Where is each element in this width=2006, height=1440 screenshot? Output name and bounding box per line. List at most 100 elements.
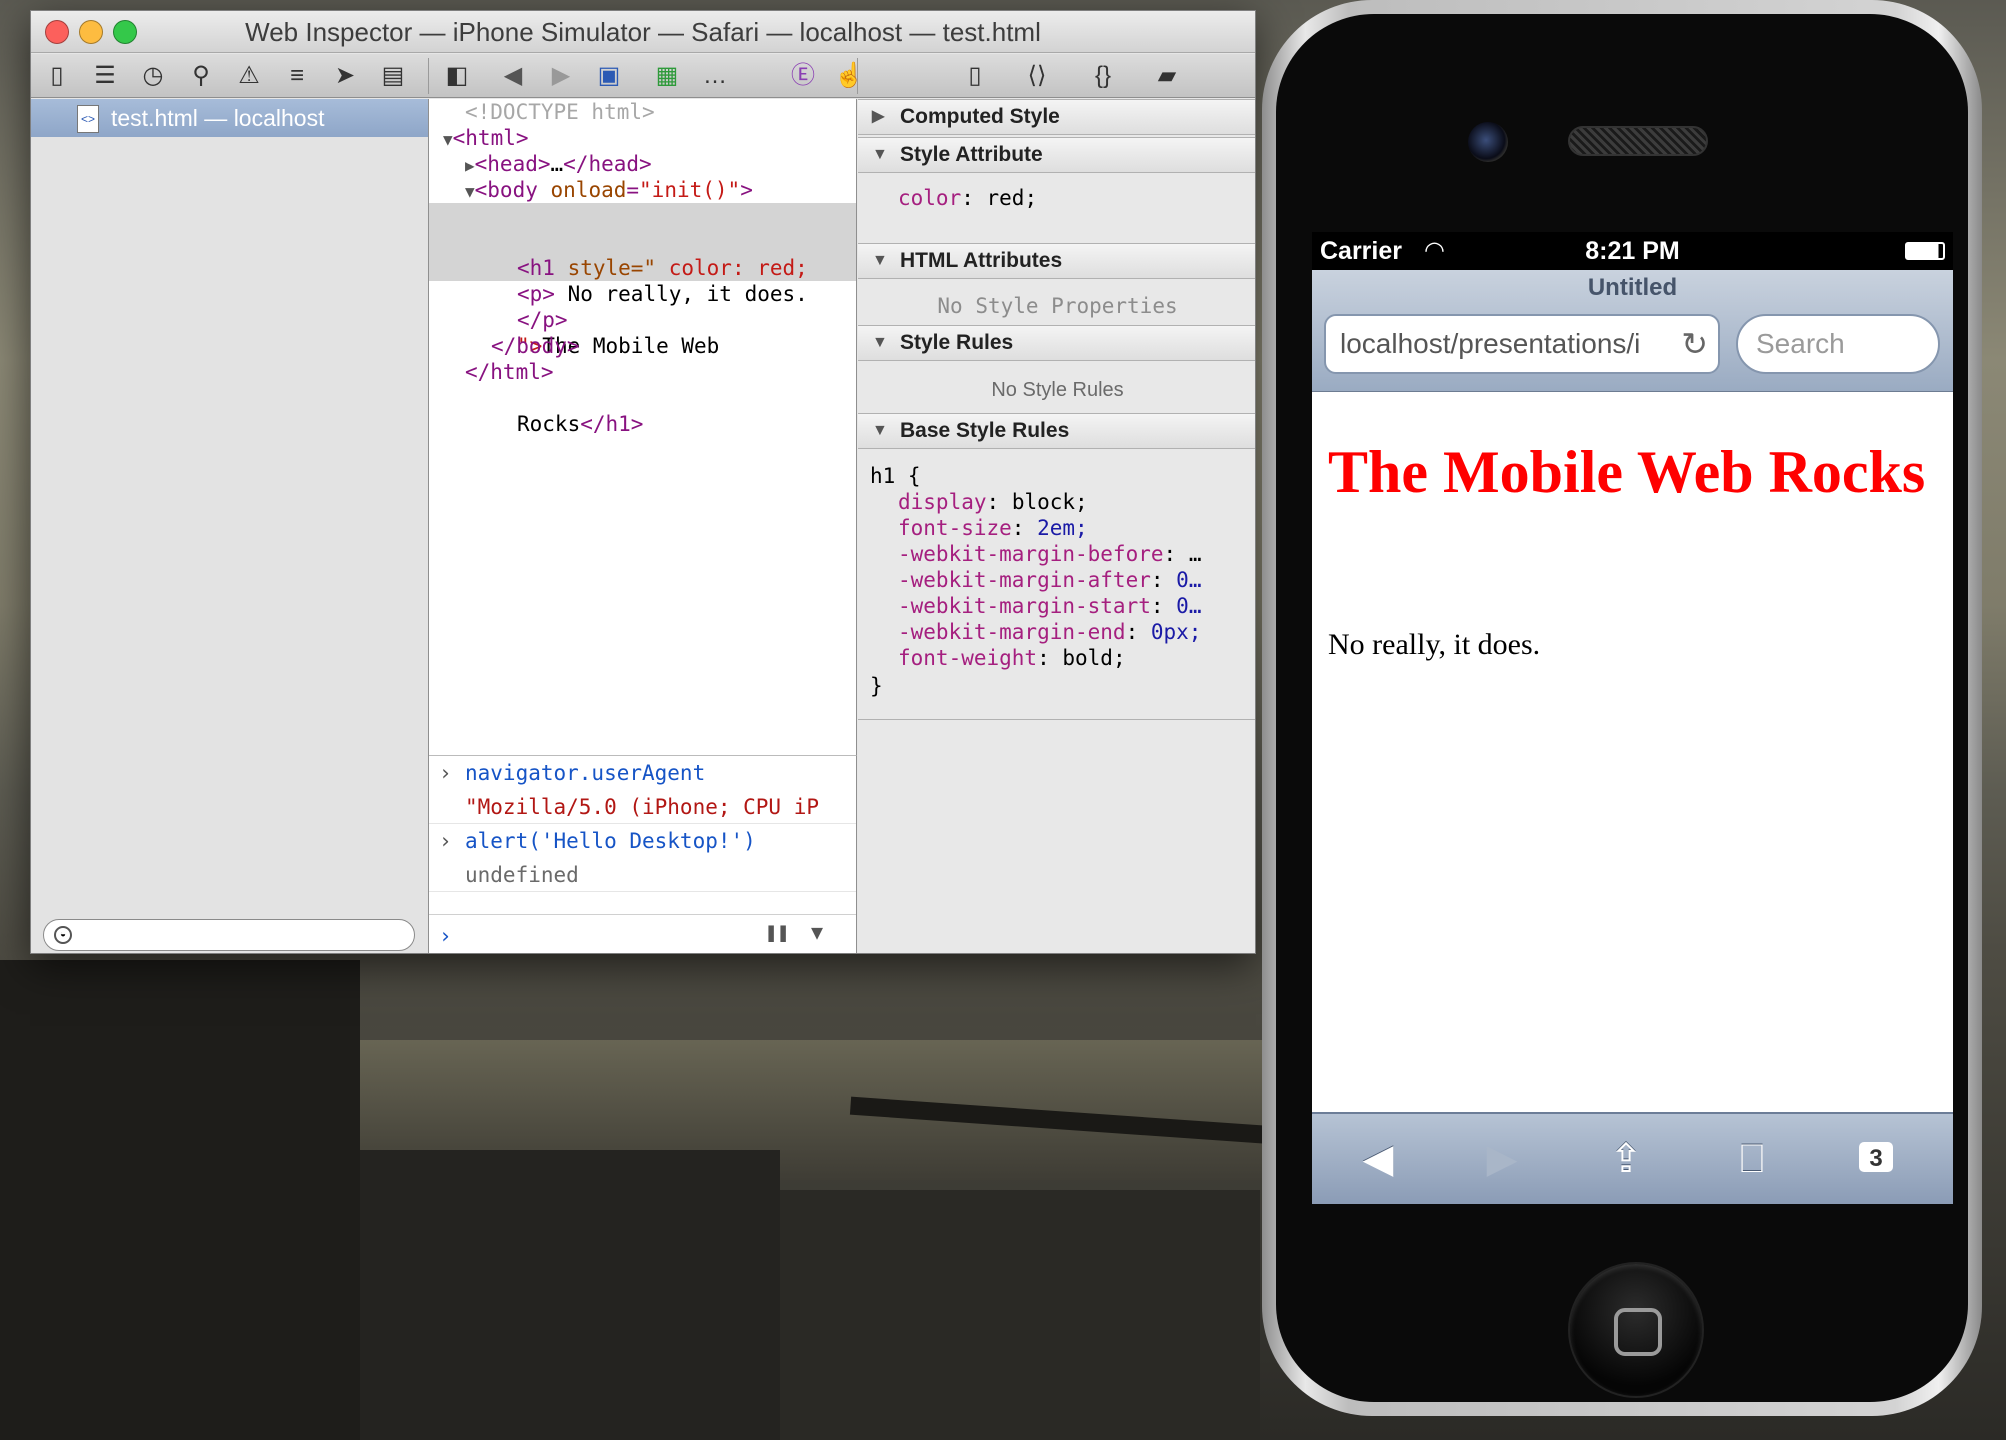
bookmarks-icon[interactable]: ⎕ (1722, 1134, 1782, 1184)
chevron-down-icon[interactable]: ▼ (811, 920, 823, 944)
element-icon[interactable]: Ⓔ (787, 60, 819, 92)
status-bar: Carrier ◠ 8:21 PM (1312, 232, 1953, 270)
forward-icon[interactable]: ▶ (545, 60, 577, 92)
dom-line-body[interactable]: ▼<body onload="init()"> (429, 177, 856, 205)
dom-node-icon[interactable]: ▦ (651, 60, 683, 92)
disclosure-arrow-icon[interactable]: ▼ (465, 182, 475, 201)
console-input-line[interactable]: › alert('Hello Desktop!') (429, 824, 856, 858)
sidebar-divider (858, 719, 1255, 720)
tag-p-close: </p> (517, 308, 568, 332)
url-field[interactable]: localhost/presentations/i ↻ (1324, 314, 1720, 374)
dom-tree: <!DOCTYPE html> ▼<html> ▶<head>…</head> … (429, 99, 857, 755)
braces-icon[interactable]: {} (1087, 60, 1119, 92)
console-output-line: "Mozilla/5.0 (iPhone; CPU iP (429, 790, 856, 824)
disclosure-closed-icon: ▶ (872, 108, 885, 125)
dom-line-p[interactable]: <p> No really, it does. (429, 281, 856, 307)
background-building (0, 960, 360, 1440)
reload-icon[interactable]: ↻ (1675, 316, 1708, 372)
breadcrumb-ellipsis[interactable]: … (699, 60, 731, 92)
home-button[interactable] (1568, 1262, 1704, 1398)
dom-line-head[interactable]: ▶<head>…</head> (429, 151, 856, 179)
base-rule-declaration: -webkit-margin-start: 0… (898, 594, 1202, 618)
section-title: HTML Attributes (900, 249, 1063, 272)
base-rule-declaration: display: block; (898, 490, 1088, 514)
disclosure-arrow-icon[interactable]: ▶ (465, 156, 475, 175)
prompt-chevron-icon: › (439, 829, 452, 853)
dom-line-html-close[interactable]: </html> (429, 359, 856, 385)
base-rule-declaration: font-size: 2em; (898, 516, 1088, 540)
warning-icon[interactable]: ⚠ (233, 60, 265, 92)
timeline-icon[interactable]: ◷ (137, 60, 169, 92)
iphone-body: Carrier ◠ 8:21 PM Untitled localhost/pre… (1276, 14, 1968, 1402)
ruler-icon[interactable]: ▰ (1151, 60, 1183, 92)
resource-item-test-html[interactable]: <> test.html — localhost (31, 99, 428, 137)
console-output-text: undefined (465, 863, 579, 887)
css-property: -webkit-margin-end (898, 620, 1126, 644)
p-text: No really, it does. (554, 282, 808, 306)
disclosure-arrow-icon[interactable]: ▼ (443, 130, 453, 149)
earpiece-speaker (1568, 126, 1708, 156)
resources-icon[interactable]: ▯ (41, 60, 73, 92)
dom-line-body-close[interactable]: </body> (429, 333, 856, 359)
filter-icon: ◒ (54, 926, 72, 944)
share-icon[interactable]: ⇪ (1596, 1134, 1656, 1184)
search-field[interactable]: Search (1736, 314, 1940, 374)
base-rule-close: } (870, 674, 883, 698)
dom-line-h1-selected[interactable]: <h1 style=" color: red; ">The Mobile Web… (429, 203, 856, 436)
zoom-window-button[interactable] (113, 20, 137, 44)
tabs-pages-icon[interactable]: 3 (1846, 1134, 1906, 1184)
css-property: font-weight (898, 646, 1038, 670)
console-input-line[interactable]: › navigator.userAgent (429, 756, 856, 790)
sidebar-toggle-icon[interactable]: ◧ (441, 60, 473, 92)
dom-line-doctype[interactable]: <!DOCTYPE html> (429, 99, 856, 125)
css-value[interactable]: red (987, 186, 1025, 210)
css-property: -webkit-margin-after (898, 568, 1151, 592)
tag-body-close: </body> (491, 334, 580, 358)
close-window-button[interactable] (45, 20, 69, 44)
dom-line-html[interactable]: ▼<html> (429, 125, 856, 153)
page-icon[interactable]: ▯ (959, 60, 991, 92)
console-output-line: undefined (429, 858, 856, 892)
html-document-icon[interactable]: ▣ (593, 60, 625, 92)
section-title: Style Attribute (900, 143, 1043, 166)
pause-icon[interactable]: ❚❚ (765, 920, 789, 944)
background-building (360, 1150, 780, 1440)
html-file-icon: <> (77, 105, 99, 133)
tag-icon[interactable]: ➤ (329, 60, 361, 92)
console-prompt-line[interactable]: › (429, 914, 856, 953)
tabs-count: 3 (1859, 1142, 1893, 1172)
back-button-icon[interactable]: ◀ (1348, 1134, 1408, 1184)
css-property[interactable]: color (898, 186, 961, 210)
database-icon[interactable]: ☰ (89, 60, 121, 92)
dom-line-p-close[interactable]: </p> (429, 307, 856, 333)
section-html-attributes[interactable]: ▼ HTML Attributes (858, 243, 1255, 279)
base-rule-declaration: -webkit-margin-end: 0px; (898, 620, 1202, 644)
resource-filter-field[interactable]: ◒ (43, 919, 415, 951)
safari-nav-bar: Untitled localhost/presentations/i ↻ Sea… (1312, 270, 1953, 392)
back-icon[interactable]: ◀ (497, 60, 529, 92)
section-title: Base Style Rules (900, 419, 1070, 442)
base-rule-declaration: -webkit-margin-after: 0… (898, 568, 1202, 592)
tag-h1: <h1 (517, 256, 568, 280)
section-computed-style[interactable]: ▶ Computed Style (858, 99, 1255, 135)
section-style-attribute[interactable]: ▼ Style Attribute (858, 137, 1255, 173)
css-value: … (1188, 542, 1202, 566)
section-style-rules[interactable]: ▼ Style Rules (858, 325, 1255, 361)
console-icon[interactable]: ▤ (377, 60, 409, 92)
base-rule-declaration: -webkit-margin-before: … (898, 542, 1202, 566)
css-property: font-size (898, 516, 1012, 540)
css-property: -webkit-margin-start (898, 594, 1151, 618)
markup-icon[interactable]: ⟨⟩ (1021, 60, 1053, 92)
forward-button-icon[interactable]: ▶ (1472, 1134, 1532, 1184)
log-icon[interactable]: ≡ (281, 60, 313, 92)
console-output-text: "Mozilla/5.0 (iPhone; CPU iP (465, 795, 820, 819)
disclosure-open-icon: ▼ (872, 422, 888, 439)
css-value: block; (1011, 490, 1088, 514)
console-input-text: navigator.userAgent (465, 761, 706, 785)
tag-html-close: </html> (465, 360, 554, 384)
section-base-style-rules[interactable]: ▼ Base Style Rules (858, 413, 1255, 449)
inspect-pointer-icon[interactable]: ☝ (833, 60, 865, 92)
search-icon[interactable]: ⚲ (185, 60, 217, 92)
tag-head-close: </head> (563, 152, 652, 176)
minimize-window-button[interactable] (79, 20, 103, 44)
